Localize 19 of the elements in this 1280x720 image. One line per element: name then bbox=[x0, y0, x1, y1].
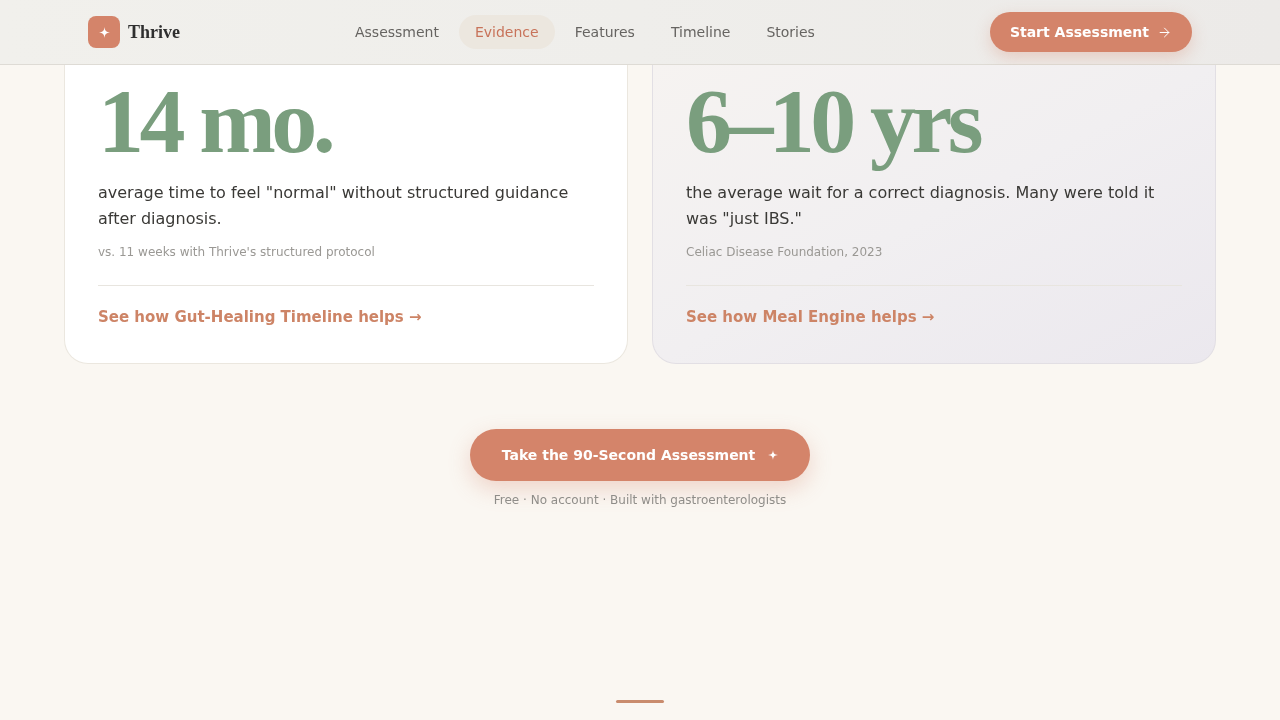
nav-link[interactable]: Timeline bbox=[654, 15, 747, 49]
nav-link[interactable]: Evidence bbox=[458, 15, 555, 49]
stat-figure: 14 mo. bbox=[98, 75, 332, 167]
stat-source: Celiac Disease Foundation, 2023 bbox=[686, 244, 884, 261]
nav-link[interactable]: Features bbox=[558, 15, 651, 49]
stat-description: the average wait for a correct diagnosis. Many were told it was "just IBS." bbox=[686, 182, 1156, 230]
nav-link[interactable]: Assessment bbox=[338, 15, 455, 49]
stat-description: average time to feel "normal" without structured guidance after diagnosis. bbox=[98, 182, 570, 230]
feature-link[interactable]: See how Meal Engine helps → bbox=[686, 305, 935, 329]
accent-bar bbox=[616, 700, 664, 703]
assessment-note: Free · No account · Built with gastroenterologists bbox=[493, 492, 787, 509]
brand-name: Thrive bbox=[128, 20, 180, 44]
sparkle-icon bbox=[98, 26, 110, 38]
start-assessment-button[interactable]: Start Assessment bbox=[989, 12, 1192, 52]
feature-link[interactable]: See how Gut-Healing Timeline helps → bbox=[98, 305, 422, 329]
stat-source: vs. 11 weeks with Thrive's structured protocol bbox=[98, 244, 376, 261]
sparkle-icon bbox=[768, 450, 779, 460]
take-assessment-button[interactable]: Take the 90-Second Assessment bbox=[469, 429, 811, 481]
nav-link[interactable]: Stories bbox=[750, 15, 831, 49]
